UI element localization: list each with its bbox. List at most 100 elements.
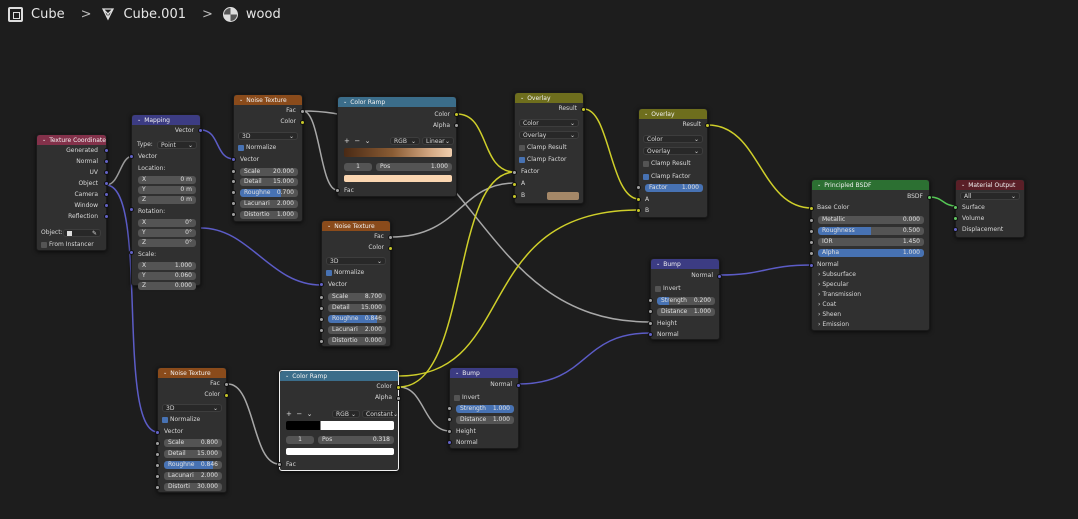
detail-field[interactable]: Detail 15.000: [164, 450, 222, 458]
scale-x-field[interactable]: X 1.000: [138, 262, 196, 270]
socket-normal[interactable]: [104, 159, 109, 164]
dimensions-dropdown[interactable]: 3D ⌄: [238, 132, 298, 140]
socket-alpha-out[interactable]: [454, 123, 459, 128]
breadcrumb-object[interactable]: Cube: [8, 6, 65, 22]
color-ramp-gradient[interactable]: [344, 148, 452, 157]
socket-normal-in[interactable]: [447, 440, 452, 445]
dimensions-dropdown[interactable]: 3D ⌄: [162, 404, 222, 412]
stop-position-field[interactable]: Pos 0.318: [318, 436, 394, 444]
panel-sheen[interactable]: › Sheen: [818, 311, 841, 319]
socket-reflection[interactable]: [104, 214, 109, 219]
chevron-down-icon[interactable]: ⌄: [365, 137, 371, 145]
node-editor-canvas[interactable]: Cube > Cube.001 > wood ⌄ Texture Coordina…: [0, 0, 1078, 519]
socket-detail[interactable]: [155, 452, 160, 457]
socket-result-out[interactable]: [705, 123, 710, 128]
socket-metallic-in[interactable]: [809, 218, 814, 223]
socket-alpha-in[interactable]: [809, 251, 814, 256]
socket-fac-in[interactable]: [277, 462, 282, 467]
distance-field[interactable]: Distance 1.000: [456, 416, 514, 424]
add-stop-icon[interactable]: +: [344, 137, 350, 145]
socket-fac-in[interactable]: [335, 188, 340, 193]
socket-distance-in[interactable]: [648, 309, 653, 314]
node-header[interactable]: ⌄ Noise Texture: [322, 221, 390, 231]
socket-color-out[interactable]: [454, 112, 459, 117]
object-picker[interactable]: ✎: [63, 229, 101, 237]
location-y-field[interactable]: Y 0 m: [138, 186, 196, 194]
node-header[interactable]: ⌄ Color Ramp: [280, 371, 398, 381]
invert-checkbox[interactable]: Invert: [655, 285, 681, 293]
socket-generated[interactable]: [104, 148, 109, 153]
socket-roughness[interactable]: [319, 317, 324, 322]
color-ramp-gradient[interactable]: [286, 421, 394, 430]
scale-field[interactable]: Scale 20.000: [240, 168, 298, 176]
socket-lacunarity[interactable]: [319, 328, 324, 333]
blend-mode-dropdown[interactable]: Overlay ⌄: [519, 131, 579, 139]
bump-node-2[interactable]: ⌄ Bump Normal Invert Strength 1.000 Distan…: [447, 367, 521, 449]
socket-height-in[interactable]: [648, 321, 653, 326]
roughness-field[interactable]: Roughne 0.700: [240, 189, 298, 197]
node-header[interactable]: ⌄ Overlay: [639, 109, 707, 119]
node-header[interactable]: ⌄ Bump: [651, 259, 719, 269]
socket-object[interactable]: [104, 181, 109, 186]
breadcrumb-mesh[interactable]: Cube.001: [101, 7, 186, 22]
socket-volume-in[interactable]: [953, 216, 958, 221]
collapse-icon[interactable]: ⌄: [42, 137, 46, 143]
node-header[interactable]: ⌄ Principled BSDF: [812, 180, 929, 190]
collapse-icon[interactable]: ⌄: [285, 373, 289, 379]
clamp-factor-checkbox[interactable]: Clamp Factor: [643, 173, 690, 181]
node-header[interactable]: ⌄ Bump: [450, 368, 518, 378]
socket-height-in[interactable]: [447, 429, 452, 434]
node-header[interactable]: ⌄ Texture Coordinate: [37, 135, 106, 145]
collapse-icon[interactable]: ⌄: [455, 370, 459, 376]
collapse-icon[interactable]: ⌄: [327, 223, 331, 229]
checkbox-icon[interactable]: [162, 416, 168, 423]
distance-field[interactable]: Distance 1.000: [657, 308, 715, 316]
dimensions-dropdown[interactable]: 3D ⌄: [326, 257, 386, 265]
color-ramp-node-2[interactable]: ⌄ Color Ramp Color Alpha + − ⌄ RGB ⌄ Const…: [277, 370, 401, 471]
detail-field[interactable]: Detail 15.000: [328, 304, 386, 312]
socket-factor-in[interactable]: [636, 185, 641, 190]
checkbox-icon[interactable]: [643, 173, 649, 180]
socket-a-in[interactable]: [512, 182, 517, 187]
socket-distance-in[interactable]: [447, 417, 452, 422]
ior-field[interactable]: IOR 1.450: [818, 238, 924, 246]
socket-scale[interactable]: [231, 169, 236, 174]
socket-scale[interactable]: [319, 295, 324, 300]
blend-mode-dropdown[interactable]: Overlay ⌄: [643, 147, 703, 155]
socket-fac-out[interactable]: [224, 382, 229, 387]
socket-strength-in[interactable]: [648, 298, 653, 303]
noise-texture-node-1[interactable]: ⌄ Noise Texture Fac Color 3D ⌄ Normalize V…: [231, 94, 305, 222]
socket-lacunarity[interactable]: [155, 474, 160, 479]
noise-texture-node-2[interactable]: ⌄ Noise Texture Fac Color 3D ⌄ Normalize V…: [319, 220, 393, 347]
socket-vector-in[interactable]: [129, 154, 134, 159]
overlay-mix-node-1[interactable]: ⌄ Overlay Result Color ⌄ Overlay ⌄ Clamp Re…: [512, 92, 586, 204]
interpolation-dropdown[interactable]: Linear ⌄: [422, 137, 454, 145]
node-header[interactable]: ⌄ Noise Texture: [234, 95, 302, 105]
data-type-dropdown[interactable]: Color ⌄: [643, 135, 703, 143]
normalize-checkbox[interactable]: Normalize: [326, 269, 364, 277]
color-mode-dropdown[interactable]: RGB ⌄: [390, 137, 420, 145]
chevron-down-icon[interactable]: ⌄: [307, 410, 313, 418]
clamp-result-checkbox[interactable]: Clamp Result: [643, 160, 691, 168]
rotation-y-field[interactable]: Y 0°: [138, 229, 196, 237]
factor-field[interactable]: Factor 1.000: [645, 184, 703, 192]
socket-fac-out[interactable]: [388, 235, 393, 240]
stop-index-field[interactable]: 1: [344, 163, 372, 171]
socket-b-in[interactable]: [512, 194, 517, 199]
alpha-field[interactable]: Alpha 1.000: [818, 249, 924, 257]
collapse-icon[interactable]: ⌄: [137, 117, 141, 123]
collapse-icon[interactable]: ⌄: [239, 97, 243, 103]
node-header[interactable]: ⌄ Color Ramp: [338, 97, 456, 107]
socket-normal-out[interactable]: [516, 383, 521, 388]
collapse-icon[interactable]: ⌄: [817, 182, 821, 188]
type-dropdown[interactable]: Point ⌄: [157, 141, 197, 149]
distortion-field[interactable]: Distortio 1.000: [240, 211, 298, 219]
overlay-mix-node-2[interactable]: ⌄ Overlay Result Color ⌄ Overlay ⌄ Clamp Re…: [636, 108, 710, 218]
socket-bsdf-out[interactable]: [927, 195, 932, 200]
clamp-result-checkbox[interactable]: Clamp Result: [519, 144, 567, 152]
socket-displacement-in[interactable]: [953, 227, 958, 232]
socket-color-out[interactable]: [396, 385, 401, 390]
breadcrumb-material[interactable]: wood: [222, 6, 281, 22]
stop-index-field[interactable]: 1: [286, 436, 314, 444]
distortion-field[interactable]: Distorti 30.000: [164, 483, 222, 491]
